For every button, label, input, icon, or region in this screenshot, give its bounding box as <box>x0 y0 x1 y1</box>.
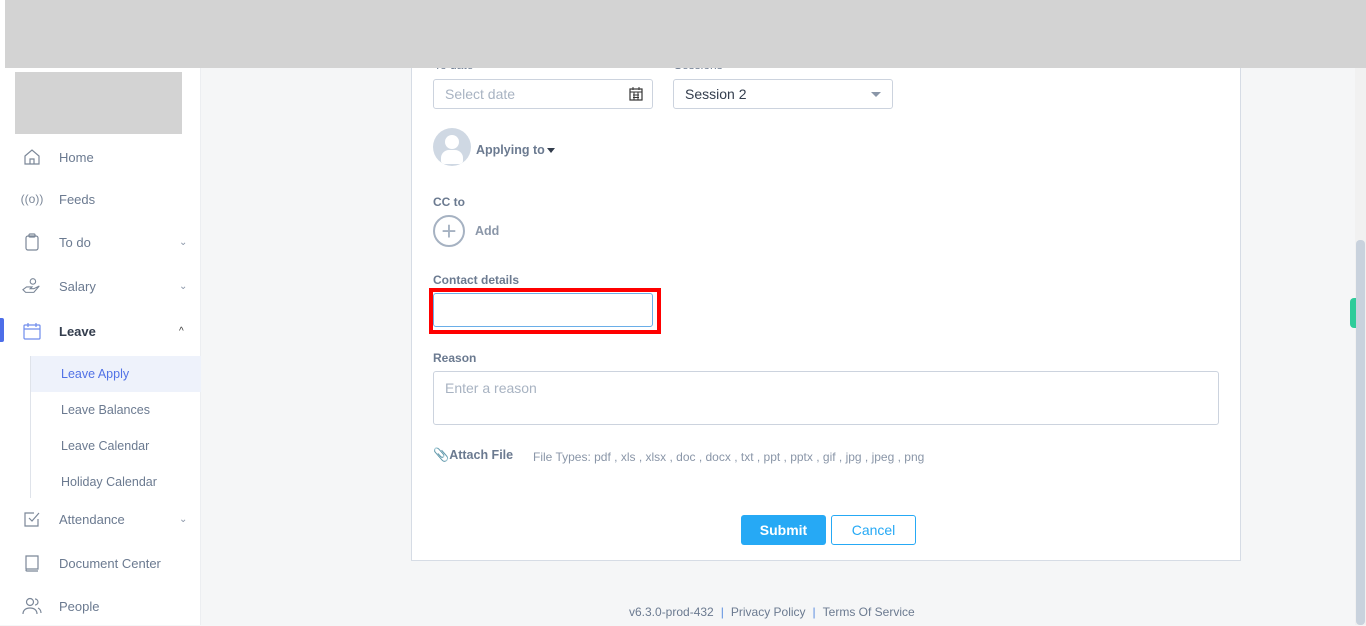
sidebar: Home ((o)) Feeds To do ⌄ Salary ⌄ Leave … <box>0 0 201 625</box>
sidebar-item-leave[interactable]: Leave ^ <box>0 311 201 351</box>
chevron-down-icon: ⌄ <box>179 280 188 292</box>
reason-textarea[interactable]: Enter a reason <box>433 371 1219 425</box>
chevron-down-icon: ⌄ <box>179 236 188 248</box>
sidebar-item-todo[interactable]: To do ⌄ <box>0 222 201 262</box>
sidebar-item-attendance[interactable]: Attendance ⌄ <box>0 499 201 539</box>
home-icon <box>22 147 42 167</box>
submenu-leave-balances[interactable]: Leave Balances <box>31 392 201 428</box>
broadcast-icon: ((o)) <box>20 192 44 206</box>
applying-to-dropdown[interactable]: Applying to <box>476 143 555 157</box>
submenu-holiday-calendar[interactable]: Holiday Calendar <box>31 464 201 500</box>
hand-money-icon <box>22 276 42 296</box>
sidebar-item-people[interactable]: People <box>0 586 201 626</box>
side-tab[interactable] <box>1350 298 1356 328</box>
terms-link[interactable]: Terms Of Service <box>823 605 915 619</box>
sidebar-item-home[interactable]: Home <box>0 137 201 177</box>
calendar-icon <box>22 321 42 341</box>
caret-down-icon <box>546 147 555 153</box>
caret-down-icon <box>871 92 881 97</box>
sidebar-item-salary[interactable]: Salary ⌄ <box>0 266 201 306</box>
contact-label: Contact details <box>433 273 520 287</box>
sidebar-item-document-center[interactable]: Document Center <box>0 543 201 583</box>
contact-details-input[interactable] <box>433 293 653 327</box>
clipboard-icon <box>22 232 42 252</box>
to-date-input[interactable]: Select date <box>433 79 653 109</box>
plus-icon: + <box>433 215 465 247</box>
attach-file-button[interactable]: 📎 Attach File <box>433 447 513 463</box>
book-icon <box>22 553 42 573</box>
calendar-icon <box>629 87 643 104</box>
cc-label: CC to <box>433 195 465 209</box>
paperclip-icon: 📎 <box>433 447 450 462</box>
version-text: v6.3.0-prod-432 <box>629 605 714 619</box>
privacy-link[interactable]: Privacy Policy <box>731 605 806 619</box>
cancel-button[interactable]: Cancel <box>831 515 916 545</box>
leave-form: To date Sessions Select date Session 2 A… <box>411 40 1241 561</box>
sidebar-item-feeds[interactable]: ((o)) Feeds <box>0 179 201 219</box>
submit-button[interactable]: Submit <box>741 515 826 545</box>
cc-add-button[interactable]: + Add <box>433 215 499 247</box>
redacted-header <box>5 0 1366 68</box>
sessions-select[interactable]: Session 2 <box>673 79 893 109</box>
reason-label: Reason <box>433 351 477 365</box>
submenu-leave-apply[interactable]: Leave Apply <box>31 356 201 392</box>
submenu-leave-calendar[interactable]: Leave Calendar <box>31 428 201 464</box>
checkbox-icon <box>22 509 42 529</box>
chevron-up-icon: ^ <box>179 325 184 337</box>
file-types-text: File Types: pdf , xls , xlsx , doc , doc… <box>533 450 925 464</box>
scrollbar-thumb[interactable] <box>1356 240 1365 625</box>
people-icon <box>22 596 42 616</box>
avatar <box>433 128 471 166</box>
chevron-down-icon: ⌄ <box>179 513 188 525</box>
footer: v6.3.0-prod-432 | Privacy Policy | Terms Of … <box>629 605 915 619</box>
logo <box>15 72 182 134</box>
